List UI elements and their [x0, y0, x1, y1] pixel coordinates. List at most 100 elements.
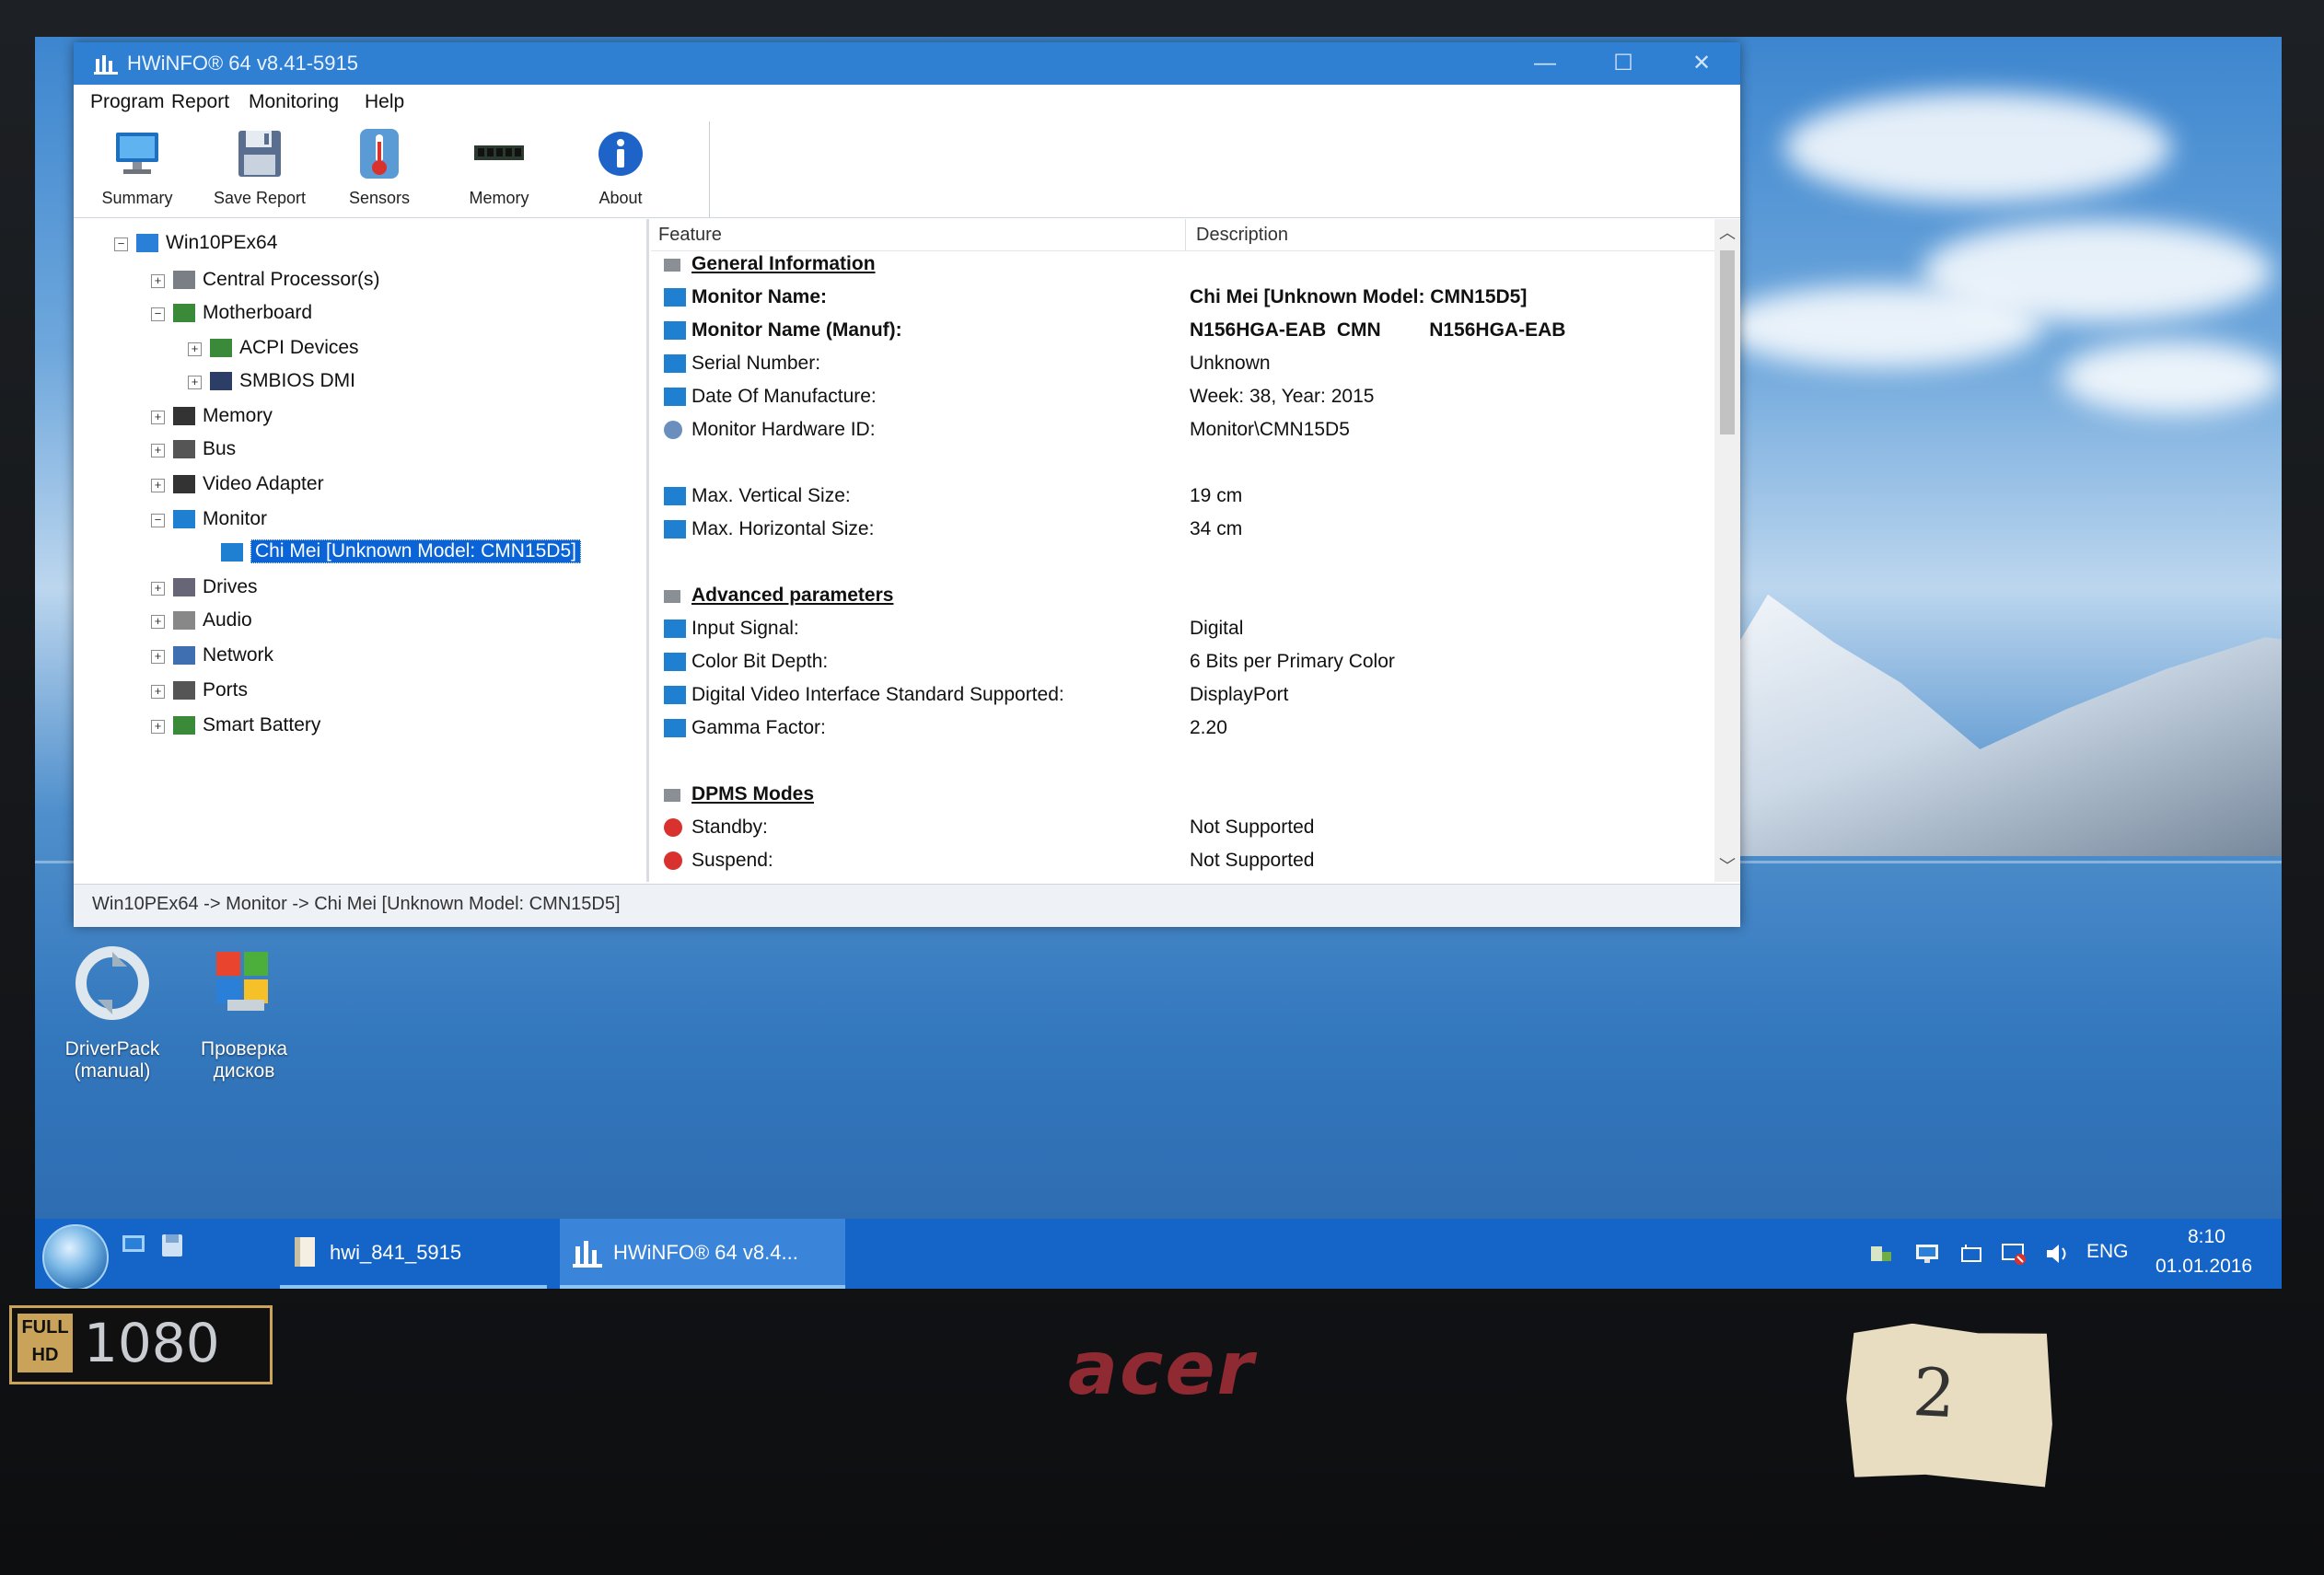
expand-icon[interactable]: +: [151, 685, 165, 699]
expand-icon[interactable]: +: [151, 720, 165, 734]
description-column-header[interactable]: Description: [1196, 225, 1288, 246]
expand-icon[interactable]: +: [151, 650, 165, 664]
display-tray-icon[interactable]: [1913, 1241, 1941, 1267]
collapse-icon[interactable]: −: [151, 514, 165, 527]
detail-row[interactable]: Max. Horizontal Size: 34 cm: [651, 515, 1710, 545]
monitor-icon: [116, 133, 158, 174]
scroll-up-icon[interactable]: ︿: [1714, 219, 1740, 247]
sensors-button[interactable]: Sensors: [325, 125, 434, 214]
maximize-button[interactable]: ☐: [1588, 46, 1658, 81]
desktop-icon-label: дисков: [213, 1060, 275, 1082]
detail-row[interactable]: Date Of Manufacture: Week: 38, Year: 2015: [651, 383, 1710, 412]
audio-icon: [173, 611, 195, 630]
desktop-icon-label: DriverPack: [64, 1038, 160, 1060]
expand-icon[interactable]: +: [188, 376, 202, 389]
monitor-icon: [664, 653, 686, 671]
save-report-button[interactable]: Save Report: [205, 125, 314, 214]
minimize-button[interactable]: —: [1510, 46, 1580, 81]
detail-row[interactable]: Color Bit Depth: 6 Bits per Primary Color: [651, 648, 1710, 677]
menu-program[interactable]: Program: [90, 91, 165, 113]
close-button[interactable]: ✕: [1667, 46, 1737, 81]
action-center-icon[interactable]: [1958, 1241, 1985, 1267]
language-indicator[interactable]: ENG: [2086, 1241, 2129, 1263]
collapse-icon[interactable]: −: [151, 307, 165, 321]
expand-icon[interactable]: +: [151, 582, 165, 596]
section-header[interactable]: DPMS Modes: [651, 781, 1710, 810]
feature-label: Max. Horizontal Size:: [691, 518, 875, 539]
taskbar-item-hwi-file[interactable]: hwi_841_5915: [280, 1219, 547, 1289]
monitor-icon: [173, 510, 195, 528]
window-title: HWiNFO® 64 v8.41-5915: [127, 52, 358, 75]
detail-row[interactable]: Monitor Name: Chi Mei [Unknown Model: CMN…: [651, 284, 1710, 313]
collapse-icon[interactable]: −: [114, 237, 128, 251]
vertical-scrollbar[interactable]: ︿ ﹀: [1714, 219, 1740, 882]
menu-monitoring[interactable]: Monitoring: [249, 91, 339, 113]
tree-item-label: Motherboard: [203, 302, 313, 323]
description-value: Monitor\CMN15D5: [1190, 419, 1350, 440]
menu-help[interactable]: Help: [365, 91, 404, 113]
expand-icon[interactable]: +: [151, 615, 165, 629]
scroll-thumb[interactable]: [1720, 250, 1735, 434]
detail-row[interactable]: Gamma Factor: 2.20: [651, 714, 1710, 744]
start-button[interactable]: [42, 1224, 109, 1289]
expand-icon[interactable]: +: [188, 342, 202, 356]
feature-label: Serial Number:: [691, 353, 821, 374]
section-icon: [664, 789, 680, 802]
monitor-icon: [664, 686, 686, 704]
battery-icon: [173, 716, 195, 735]
memory-button[interactable]: Memory: [445, 125, 553, 214]
taskbar-item-indicator: [560, 1285, 845, 1289]
detail-row[interactable]: Suspend: Not Supported: [651, 847, 1710, 876]
detail-row[interactable]: Monitor Hardware ID: Monitor\CMN15D5: [651, 416, 1710, 446]
detail-row[interactable]: Digital Video Interface Standard Support…: [651, 681, 1710, 711]
status-bar: Win10PEx64 -> Monitor -> Chi Mei [Unknow…: [74, 884, 1740, 927]
scroll-down-icon[interactable]: ﹀: [1714, 852, 1740, 880]
tree-item-label: Drives: [203, 576, 258, 597]
clock-time[interactable]: 8:10: [2188, 1226, 2225, 1248]
detail-row[interactable]: Monitor Name (Manuf): N156HGA-EAB CMN N15…: [651, 317, 1710, 346]
summary-button[interactable]: Summary: [83, 125, 192, 214]
feature-label: DPMS Modes: [691, 783, 815, 805]
expand-icon[interactable]: +: [151, 444, 165, 457]
save-report-label: Save Report: [213, 189, 307, 207]
feature-label: Monitor Name:: [691, 286, 827, 307]
tree-item-label: Bus: [203, 438, 237, 459]
desktop: HWiNFO® 64 v8.41-5915 — ☐ ✕ Program Repo…: [35, 37, 2282, 1289]
desktop-quicklaunch-icon[interactable]: [120, 1232, 147, 1259]
expand-icon[interactable]: +: [151, 479, 165, 492]
feature-column-header[interactable]: Feature: [658, 225, 722, 246]
title-bar[interactable]: HWiNFO® 64 v8.41-5915 — ☐ ✕: [74, 42, 1740, 85]
clock-date[interactable]: 01.01.2016: [2156, 1256, 2252, 1278]
volume-icon[interactable]: [2044, 1241, 2072, 1267]
section-header[interactable]: General Information: [651, 250, 1710, 280]
taskbar-item-indicator: [280, 1285, 547, 1289]
desktop-icon-disk-check[interactable]: Проверка дисков: [175, 939, 313, 1083]
detail-row[interactable]: Serial Number: Unknown: [651, 350, 1710, 379]
detail-row[interactable]: Max. Vertical Size: 19 cm: [651, 482, 1710, 512]
detail-row[interactable]: Input Signal: Digital: [651, 615, 1710, 644]
toolbar: Summary Save Report Sensors Memory About: [74, 122, 1740, 218]
network-tray-icon[interactable]: [2000, 1241, 2028, 1267]
description-value: Not Supported: [1190, 850, 1315, 871]
desktop-icon-driverpack[interactable]: DriverPack (manual): [43, 939, 181, 1083]
feature-label: Color Bit Depth:: [691, 651, 829, 672]
description-value: DisplayPort: [1190, 684, 1289, 705]
hwinfo-window: HWiNFO® 64 v8.41-5915 — ☐ ✕ Program Repo…: [74, 42, 1740, 927]
menu-report[interactable]: Report: [171, 91, 229, 113]
description-value: N156HGA-EAB CMN N156HGA-EAB: [1190, 319, 1566, 341]
about-button[interactable]: About: [566, 125, 675, 214]
section-header[interactable]: Advanced parameters: [651, 582, 1710, 611]
usb-tray-icon[interactable]: [1867, 1241, 1895, 1267]
hwinfo-icon: [94, 55, 118, 75]
mountain: [1702, 594, 2282, 856]
taskbar-item-hwinfo[interactable]: HWiNFO® 64 v8.4...: [560, 1219, 845, 1289]
description-value: 6 Bits per Primary Color: [1190, 651, 1395, 672]
column-divider[interactable]: [1185, 219, 1186, 250]
expand-icon[interactable]: +: [151, 274, 165, 288]
detail-row[interactable]: Standby: Not Supported: [651, 814, 1710, 843]
expand-icon[interactable]: +: [151, 411, 165, 424]
monitor-icon: [664, 520, 686, 539]
save-quicklaunch-icon[interactable]: [158, 1232, 186, 1259]
taskbar-item-label: HWiNFO® 64 v8.4...: [613, 1241, 798, 1264]
description-value: 2.20: [1190, 717, 1227, 738]
